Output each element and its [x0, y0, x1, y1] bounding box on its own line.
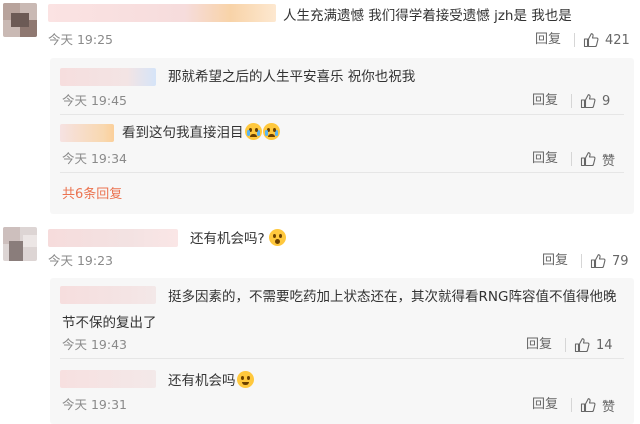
like-button[interactable]: 赞 [580, 150, 616, 169]
comment-time: 今天 19:25 [48, 32, 113, 47]
like-button[interactable]: 421 [583, 31, 630, 49]
username[interactable] [48, 4, 276, 22]
comment-text: 人生充满遗憾 我们得学着接受遗憾 jzh是 我也是 [283, 8, 572, 24]
reply-button[interactable]: 回复 [542, 252, 568, 270]
comment-time: 今天 19:23 [48, 253, 113, 268]
like-count: 赞 [602, 399, 616, 415]
comment-text: 还有机会吗? [190, 229, 286, 249]
thumbs-up-icon [580, 152, 596, 167]
reply-time: 今天 19:31 [62, 397, 127, 412]
thumbs-up-icon [590, 254, 606, 269]
like-button[interactable]: 赞 [580, 396, 616, 415]
thumbs-up-icon [574, 338, 590, 353]
reply-text: 还有机会吗 [168, 371, 254, 391]
reply-button[interactable]: 回复 [532, 150, 558, 168]
reply-button[interactable]: 回复 [532, 92, 558, 110]
reply-text: 挺多因素的，不需要吃药加上状态还在，其次就得看RNG阵容值不值得他晚 [168, 289, 617, 305]
like-count: 421 [605, 32, 630, 48]
view-all-replies-link[interactable]: 共6条回复 [62, 186, 122, 204]
reply-text: 节不保的复出了 [62, 315, 157, 331]
divider [571, 152, 572, 166]
thumbs-up-icon [583, 33, 599, 48]
like-count: 赞 [602, 153, 616, 169]
like-button[interactable]: 9 [580, 92, 610, 110]
reply-time: 今天 19:34 [62, 151, 127, 166]
pleading-emoji-icon [268, 229, 286, 246]
divider [571, 94, 572, 108]
username[interactable] [60, 370, 156, 388]
crying-emoji-icon [244, 123, 262, 140]
username[interactable] [60, 124, 114, 142]
divider [571, 398, 572, 412]
like-button[interactable]: 14 [574, 336, 613, 354]
username[interactable] [60, 68, 156, 86]
avatar[interactable] [3, 227, 37, 261]
reply-text: 看到这句我直接泪目 [122, 123, 280, 143]
like-button[interactable]: 79 [590, 252, 629, 270]
reply-time: 今天 19:45 [62, 93, 127, 108]
thumbs-up-icon [580, 398, 596, 413]
reply-button[interactable]: 回复 [526, 336, 552, 354]
like-count: 14 [596, 337, 613, 353]
divider [60, 358, 624, 359]
like-count: 79 [612, 253, 629, 269]
avatar[interactable] [3, 3, 37, 37]
divider [581, 254, 582, 268]
reply-time: 今天 19:43 [62, 337, 127, 352]
crying-emoji-icon [262, 123, 280, 140]
reply-button[interactable]: 回复 [532, 396, 558, 414]
like-count: 9 [602, 93, 611, 109]
thumbs-up-icon [580, 94, 596, 109]
username[interactable] [60, 286, 156, 304]
divider [60, 114, 624, 115]
divider [574, 33, 575, 47]
username[interactable] [48, 229, 178, 247]
frowning-emoji-icon [236, 371, 254, 388]
reply-list: 那就希望之后的人生平安喜乐 祝你也祝我 今天 19:45 回复 9 看到这句我直… [50, 58, 634, 214]
reply-list: 挺多因素的，不需要吃药加上状态还在，其次就得看RNG阵容值不值得他晚 节不保的复… [50, 278, 634, 424]
reply-text: 那就希望之后的人生平安喜乐 祝你也祝我 [168, 69, 416, 85]
divider [60, 172, 624, 173]
divider [565, 338, 566, 352]
reply-button[interactable]: 回复 [535, 31, 561, 49]
